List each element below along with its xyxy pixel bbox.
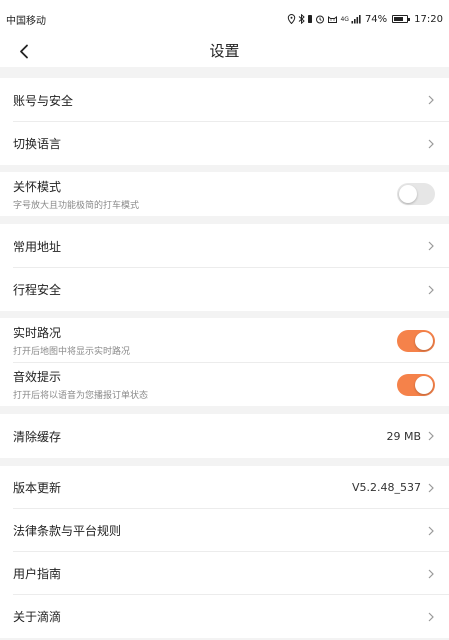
chevron-right-icon (428, 285, 434, 294)
bluetooth-icon (299, 14, 306, 24)
item-label: 实时路况 (13, 326, 62, 340)
signal-icon (351, 15, 361, 24)
settings-item-user-guide[interactable]: 用户指南 (0, 552, 449, 595)
battery-percent: 74% (364, 13, 388, 25)
cache-size: 29 MB (386, 429, 421, 443)
toggle-knob (415, 375, 433, 394)
location-icon (288, 14, 296, 24)
chevron-right-icon (428, 483, 434, 492)
settings-item-sound-prompt: 音效提示 打开后将以语音为您播报订单状态 (0, 363, 449, 406)
status-icons: 4G 74% 17:20 (287, 14, 443, 25)
header-bar: 设置 (0, 38, 449, 67)
chevron-right-icon (428, 431, 434, 441)
item-description: 字号放大且功能极简的打车模式 (13, 200, 140, 211)
settings-item-about[interactable]: 关于滴滴 (0, 595, 449, 638)
cat-icon (328, 16, 338, 23)
settings-item-clear-cache[interactable]: 清除缓存 29 MB (0, 414, 449, 458)
chevron-right-icon (428, 612, 434, 621)
chevron-right-icon (428, 95, 434, 105)
battery-icon (392, 15, 411, 23)
realtime-traffic-toggle[interactable] (397, 329, 435, 352)
settings-item-realtime-traffic: 实时路况 打开后地图中将显示实时路况 (0, 318, 449, 363)
settings-item-version-update[interactable]: 版本更新 V5.2.48_537 (0, 466, 449, 509)
status-bar: 中国移动 4G 74% 17:20 (0, 0, 449, 38)
page-title: 设置 (209, 42, 240, 60)
item-label: 清除缓存 (13, 429, 62, 444)
chevron-right-icon (428, 139, 434, 148)
settings-item-switch-language[interactable]: 切换语言 (0, 122, 449, 165)
chevron-right-icon (428, 569, 434, 578)
chevron-right-icon (428, 526, 434, 535)
item-description: 打开后地图中将显示实时路况 (13, 347, 131, 357)
version-number: V5.2.48_537 (351, 481, 421, 494)
vibrate-icon (308, 15, 313, 23)
item-label: 用户指南 (13, 567, 62, 581)
toggle-knob (399, 185, 417, 203)
care-mode-toggle[interactable] (397, 183, 435, 205)
item-label: 账号与安全 (13, 93, 74, 108)
settings-item-care-mode: 关怀模式 字号放大且功能极简的打车模式 (0, 172, 449, 216)
clock: 17:20 (414, 13, 443, 25)
item-label: 切换语言 (13, 137, 62, 151)
item-description: 打开后将以语音为您播报订单状态 (13, 391, 149, 401)
settings-item-legal-terms[interactable]: 法律条款与平台规则 (0, 509, 449, 552)
chevron-left-icon (20, 44, 28, 58)
alarm-icon (316, 15, 325, 24)
item-label: 关怀模式 (13, 179, 62, 194)
toggle-knob (415, 331, 433, 350)
carrier-name: 中国移动 (6, 15, 46, 27)
chevron-right-icon (428, 241, 434, 251)
settings-item-trip-safety[interactable]: 行程安全 (0, 268, 449, 311)
settings-item-account-security[interactable]: 账号与安全 (0, 78, 449, 122)
item-label: 音效提示 (13, 370, 62, 384)
item-label: 关于滴滴 (13, 610, 62, 624)
item-label: 常用地址 (13, 239, 62, 254)
item-label: 法律条款与平台规则 (13, 524, 122, 538)
item-label: 版本更新 (13, 481, 62, 495)
settings-item-common-address[interactable]: 常用地址 (0, 224, 449, 268)
network-type: 4G (340, 15, 349, 23)
back-button[interactable] (14, 38, 34, 64)
sound-prompt-toggle[interactable] (397, 373, 435, 396)
item-label: 行程安全 (13, 283, 62, 297)
